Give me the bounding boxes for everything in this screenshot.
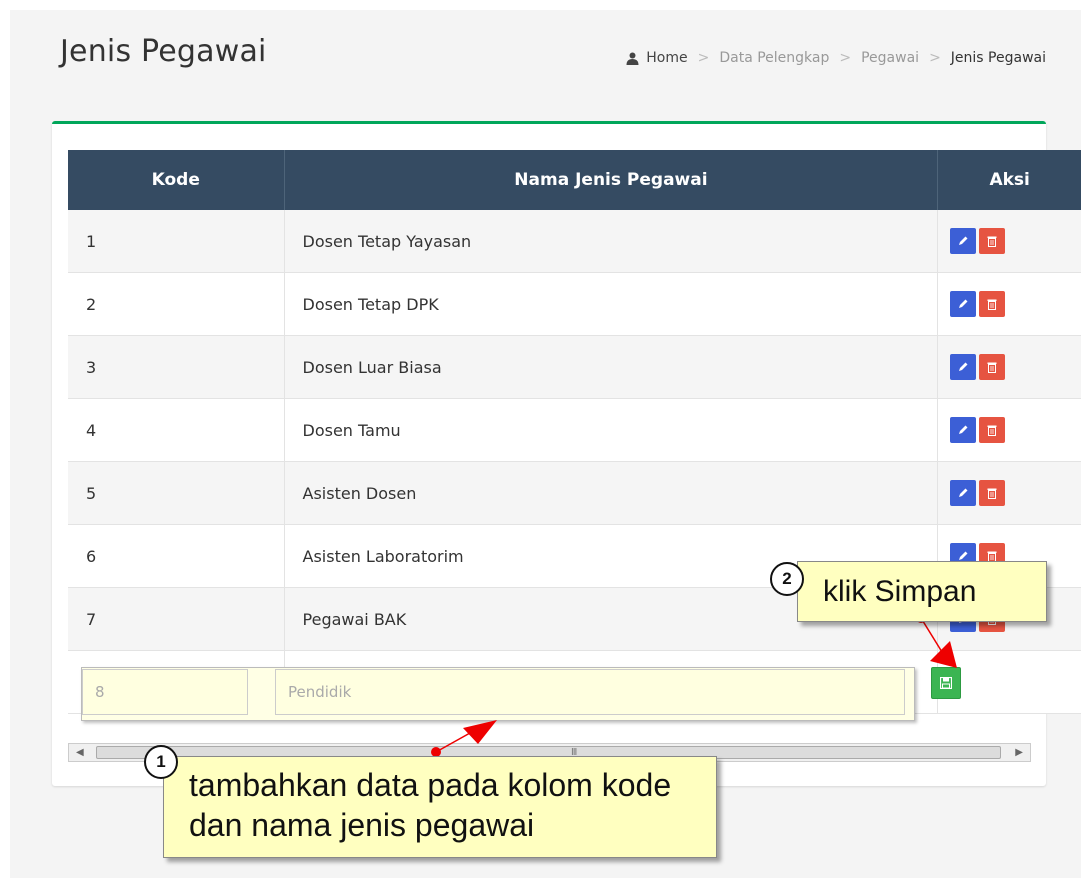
- callout-klik-simpan: klik Simpan: [797, 561, 1047, 622]
- cell-kode: 7: [68, 587, 285, 651]
- cell-aksi: [937, 210, 1081, 273]
- cell-kode: 4: [68, 398, 285, 462]
- table-row: 3 Dosen Luar Biasa: [68, 335, 1081, 399]
- cell-kode: 1: [68, 210, 285, 273]
- table-row: 2 Dosen Tetap DPK: [68, 272, 1081, 336]
- edit-button[interactable]: [950, 354, 977, 380]
- table-header-row: Kode Nama Jenis Pegawai Aksi: [68, 150, 1081, 210]
- page-title: Jenis Pegawai: [60, 34, 267, 69]
- nama-jenis-pegawai-input[interactable]: Pendidik: [275, 669, 905, 715]
- scroll-left-arrow-icon[interactable]: ◀: [76, 747, 84, 758]
- table-row: 1 Dosen Tetap Yayasan: [68, 210, 1081, 273]
- edit-button[interactable]: [950, 291, 977, 317]
- column-header-nama[interactable]: Nama Jenis Pegawai: [284, 150, 939, 210]
- pencil-icon: [959, 425, 968, 434]
- cell-aksi: [937, 398, 1081, 462]
- pencil-icon: [959, 488, 968, 497]
- cell-kode: 2: [68, 272, 285, 336]
- breadcrumb-separator: >: [929, 50, 941, 66]
- scroll-right-arrow-icon[interactable]: ▶: [1015, 747, 1023, 758]
- trash-icon: [987, 299, 997, 310]
- user-icon: [626, 52, 639, 65]
- trash-icon: [987, 488, 997, 499]
- delete-button[interactable]: [979, 354, 1006, 380]
- cell-nama: Asisten Dosen: [284, 461, 939, 525]
- edit-button[interactable]: [950, 417, 977, 443]
- delete-button[interactable]: [979, 480, 1006, 506]
- cell-kode: 6: [68, 524, 285, 588]
- kode-input[interactable]: 8: [82, 669, 248, 715]
- cell-nama: Dosen Luar Biasa: [284, 335, 939, 399]
- kode-input-value: 8: [95, 683, 105, 701]
- breadcrumb: Home > Data Pelengkap > Pegawai > Jenis …: [626, 50, 1046, 66]
- trash-icon: [987, 425, 997, 436]
- cell-aksi: [937, 335, 1081, 399]
- cell-kode: 5: [68, 461, 285, 525]
- trash-icon: [987, 362, 997, 373]
- callout-text: klik Simpan: [823, 574, 977, 608]
- table-row: 4 Dosen Tamu: [68, 398, 1081, 462]
- pencil-icon: [959, 236, 968, 245]
- breadcrumb-home-link[interactable]: Home: [646, 50, 687, 66]
- step-badge-2: 2: [770, 562, 804, 596]
- nama-input-value: Pendidik: [288, 683, 352, 701]
- pencil-icon: [959, 362, 968, 371]
- delete-button[interactable]: [979, 291, 1006, 317]
- trash-icon: [987, 236, 997, 247]
- pencil-icon: [959, 299, 968, 308]
- edit-button[interactable]: [950, 228, 977, 254]
- delete-button[interactable]: [979, 417, 1006, 443]
- column-header-aksi: Aksi: [937, 150, 1081, 210]
- breadcrumb-separator: >: [697, 50, 710, 66]
- delete-button[interactable]: [979, 228, 1006, 254]
- save-button[interactable]: [931, 667, 961, 699]
- callout-text: tambahkan data pada kolom kode dan nama …: [189, 767, 672, 843]
- step-badge-1: 1: [144, 745, 178, 779]
- cell-aksi: [937, 272, 1081, 336]
- edit-button[interactable]: [950, 480, 977, 506]
- cell-nama: Dosen Tetap DPK: [284, 272, 939, 336]
- column-header-kode[interactable]: Kode: [68, 150, 285, 210]
- breadcrumb-current: Jenis Pegawai: [950, 50, 1046, 66]
- breadcrumb-separator: >: [839, 50, 852, 66]
- callout-tambahkan-data: tambahkan data pada kolom kode dan nama …: [163, 756, 717, 858]
- floppy-icon: [940, 677, 952, 689]
- breadcrumb-pegawai-link[interactable]: Pegawai: [861, 50, 919, 66]
- cell-nama: Dosen Tetap Yayasan: [284, 210, 939, 273]
- cell-kode: 3: [68, 335, 285, 399]
- cell-nama: Dosen Tamu: [284, 398, 939, 462]
- cell-aksi: [937, 461, 1081, 525]
- jenis-pegawai-table: Kode Nama Jenis Pegawai Aksi 1 Dosen Teta…: [68, 150, 1081, 714]
- table-row: 5 Asisten Dosen: [68, 461, 1081, 525]
- breadcrumb-data-pelengkap-link[interactable]: Data Pelengkap: [719, 50, 829, 66]
